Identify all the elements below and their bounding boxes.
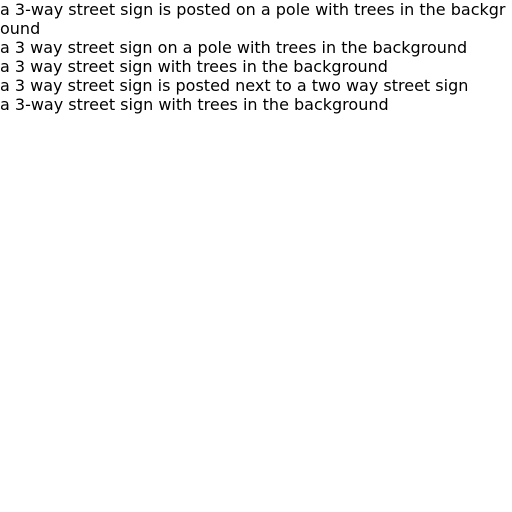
caption-line-5: a 3-way street sign with trees in the ba… <box>0 95 389 114</box>
caption-list: a 3-way street sign is posted on a pole … <box>0 0 512 114</box>
caption-line-1: a 3-way street sign is posted on a pole … <box>0 0 506 38</box>
caption-line-4: a 3 way street sign is posted next to a … <box>0 76 469 95</box>
caption-line-2: a 3 way street sign on a pole with trees… <box>0 38 468 57</box>
caption-line-3: a 3 way street sign with trees in the ba… <box>0 57 388 76</box>
